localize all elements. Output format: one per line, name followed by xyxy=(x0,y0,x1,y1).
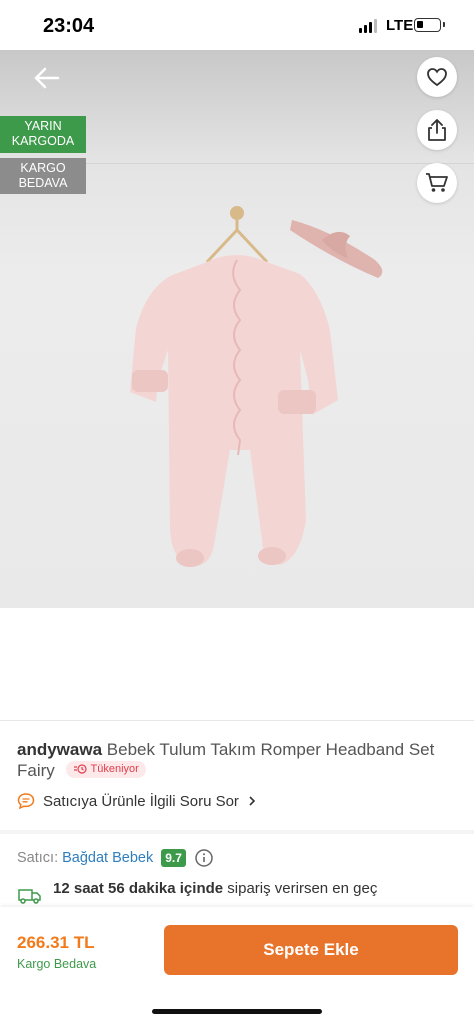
next-day-delivery-badge: YARIN KARGODA xyxy=(0,116,86,153)
ask-seller-label: Satıcıya Ürünle İlgili Soru Sor xyxy=(43,792,239,810)
badge-text: YARIN xyxy=(24,119,62,133)
chat-bubble-icon xyxy=(17,793,35,810)
image-gallery-spacer xyxy=(0,608,474,720)
home-indicator[interactable] xyxy=(152,1009,322,1014)
seller-info: Satıcı: Bağdat Bebek 9.7 xyxy=(17,848,214,868)
share-button[interactable] xyxy=(417,110,457,150)
product-title: andywawa Bebek Tulum Takım Romper Headba… xyxy=(17,739,457,781)
badge-text: KARGO xyxy=(20,161,66,175)
delivery-text: sipariş verirsen en geç xyxy=(227,880,378,897)
brand-name[interactable]: andywawa xyxy=(17,740,102,759)
arrow-left-icon xyxy=(34,67,60,89)
share-icon xyxy=(428,119,446,141)
ask-seller-link[interactable]: Satıcıya Ürünle İlgili Soru Sor xyxy=(17,792,257,810)
info-icon[interactable] xyxy=(194,848,214,868)
add-to-cart-button[interactable]: Sepete Ekle xyxy=(164,925,458,975)
stock-label: Tükeniyor xyxy=(90,762,139,775)
badge-text: KARGODA xyxy=(11,134,75,148)
section-divider xyxy=(0,830,474,834)
seller-score-badge: 9.7 xyxy=(161,849,186,867)
badge-text: BEDAVA xyxy=(18,176,68,190)
signal-icon xyxy=(359,19,377,33)
delivery-countdown: 12 saat 56 dakika içinde xyxy=(53,880,224,897)
seller-label: Satıcı: xyxy=(17,850,59,866)
cart-button[interactable] xyxy=(417,163,457,203)
price: 266.31 TL xyxy=(17,933,95,952)
free-shipping-badge: KARGO BEDAVA xyxy=(0,158,86,194)
cart-icon xyxy=(426,173,448,192)
divider xyxy=(0,720,474,721)
chevron-right-icon xyxy=(249,796,256,806)
network-type: LTE xyxy=(386,17,414,34)
free-shipping-label: Kargo Bedava xyxy=(17,957,97,971)
back-button[interactable] xyxy=(26,64,66,92)
heart-icon xyxy=(427,68,447,87)
favorite-button[interactable] xyxy=(417,57,457,97)
low-stock-badge: Tükeniyor xyxy=(65,760,146,778)
delivery-estimate: 12 saat 56 dakika içinde sipariş verirse… xyxy=(17,880,457,906)
status-bar: 23:04 LTE xyxy=(0,0,474,50)
status-time: 23:04 xyxy=(43,15,95,37)
bottom-purchase-bar: 266.31 TL Kargo Bedava Sepete Ekle xyxy=(0,907,474,1024)
truck-icon xyxy=(18,889,41,904)
battery-icon xyxy=(414,18,445,32)
clock-icon xyxy=(73,764,87,774)
seller-name-link[interactable]: Bağdat Bebek xyxy=(62,850,153,866)
